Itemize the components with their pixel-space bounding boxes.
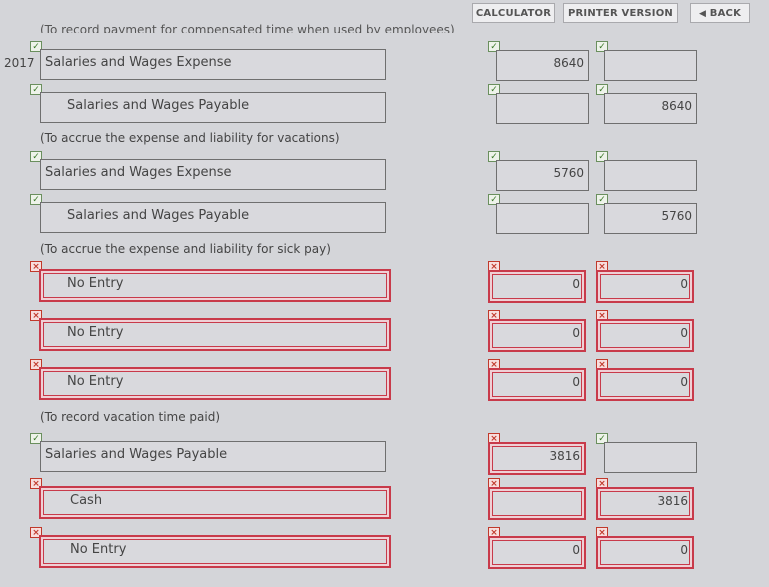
account-select[interactable]: Salaries and Wages Expense	[40, 159, 386, 190]
account-name: Salaries and Wages Payable	[67, 208, 250, 223]
debit-input[interactable]	[496, 93, 589, 124]
account-name: No Entry	[67, 325, 124, 340]
account-select[interactable]: No Entry	[39, 367, 391, 400]
debit-input[interactable]: 5760	[496, 160, 589, 191]
account-name: Salaries and Wages Payable	[67, 98, 250, 113]
credit-input[interactable]	[604, 442, 697, 473]
account-select[interactable]: Salaries and Wages Expense	[40, 49, 386, 80]
debit-value: 0	[572, 375, 580, 389]
credit-input[interactable]: 3816	[596, 487, 694, 520]
entry-note-vacation-paid: (To record vacation time paid)	[40, 410, 221, 424]
credit-value: 0	[680, 543, 688, 557]
debit-input[interactable]: 0	[488, 319, 586, 352]
entry-year: 2017	[4, 56, 35, 70]
debit-value: 3816	[549, 449, 580, 463]
credit-value: 0	[680, 326, 688, 340]
debit-input[interactable]	[496, 203, 589, 234]
debit-value: 0	[572, 326, 580, 340]
account-name: Salaries and Wages Expense	[45, 165, 232, 180]
credit-input[interactable]: 0	[596, 319, 694, 352]
entry-note-vacations: (To accrue the expense and liability for…	[40, 131, 340, 145]
debit-input[interactable]	[488, 487, 586, 520]
debit-value: 5760	[553, 166, 584, 180]
printer-version-button[interactable]: PRINTER VERSION	[563, 3, 678, 23]
credit-input[interactable]: 0	[596, 368, 694, 401]
account-select[interactable]: Salaries and Wages Payable	[40, 92, 386, 123]
debit-input[interactable]: 0	[488, 368, 586, 401]
account-name: Salaries and Wages Expense	[45, 55, 232, 70]
debit-value: 0	[572, 543, 580, 557]
entry-note-top: (To record payment for compensated time …	[40, 23, 455, 33]
credit-input[interactable]	[604, 50, 697, 81]
account-name: No Entry	[67, 374, 124, 389]
debit-value: 8640	[553, 56, 584, 70]
credit-input[interactable]: 5760	[604, 203, 697, 234]
credit-input[interactable]	[604, 160, 697, 191]
back-button-label: BACK	[709, 8, 742, 19]
account-name: Salaries and Wages Payable	[45, 447, 228, 462]
credit-value: 0	[680, 277, 688, 291]
account-select[interactable]: No Entry	[39, 269, 391, 302]
account-name: No Entry	[67, 276, 124, 291]
credit-input[interactable]: 0	[596, 536, 694, 569]
debit-input[interactable]: 0	[488, 270, 586, 303]
credit-value: 8640	[661, 99, 692, 113]
debit-input[interactable]: 3816	[488, 442, 586, 475]
account-name: No Entry	[70, 542, 127, 557]
account-select[interactable]: No Entry	[39, 318, 391, 351]
debit-input[interactable]: 8640	[496, 50, 589, 81]
calculator-button[interactable]: CALCULATOR	[472, 3, 555, 23]
credit-value: 5760	[661, 209, 692, 223]
back-button[interactable]: ◀ BACK	[690, 3, 750, 23]
chevron-left-icon: ◀	[698, 9, 707, 19]
account-name: Cash	[70, 493, 103, 508]
credit-input[interactable]: 8640	[604, 93, 697, 124]
debit-input[interactable]: 0	[488, 536, 586, 569]
debit-value: 0	[572, 277, 580, 291]
credit-value: 0	[680, 375, 688, 389]
credit-value: 3816	[657, 494, 688, 508]
account-select[interactable]: Salaries and Wages Payable	[40, 202, 386, 233]
account-select[interactable]: Salaries and Wages Payable	[40, 441, 386, 472]
account-select[interactable]: No Entry	[39, 535, 391, 568]
credit-input[interactable]: 0	[596, 270, 694, 303]
entry-note-sick-pay: (To accrue the expense and liability for…	[40, 242, 331, 256]
account-select[interactable]: Cash	[39, 486, 391, 519]
